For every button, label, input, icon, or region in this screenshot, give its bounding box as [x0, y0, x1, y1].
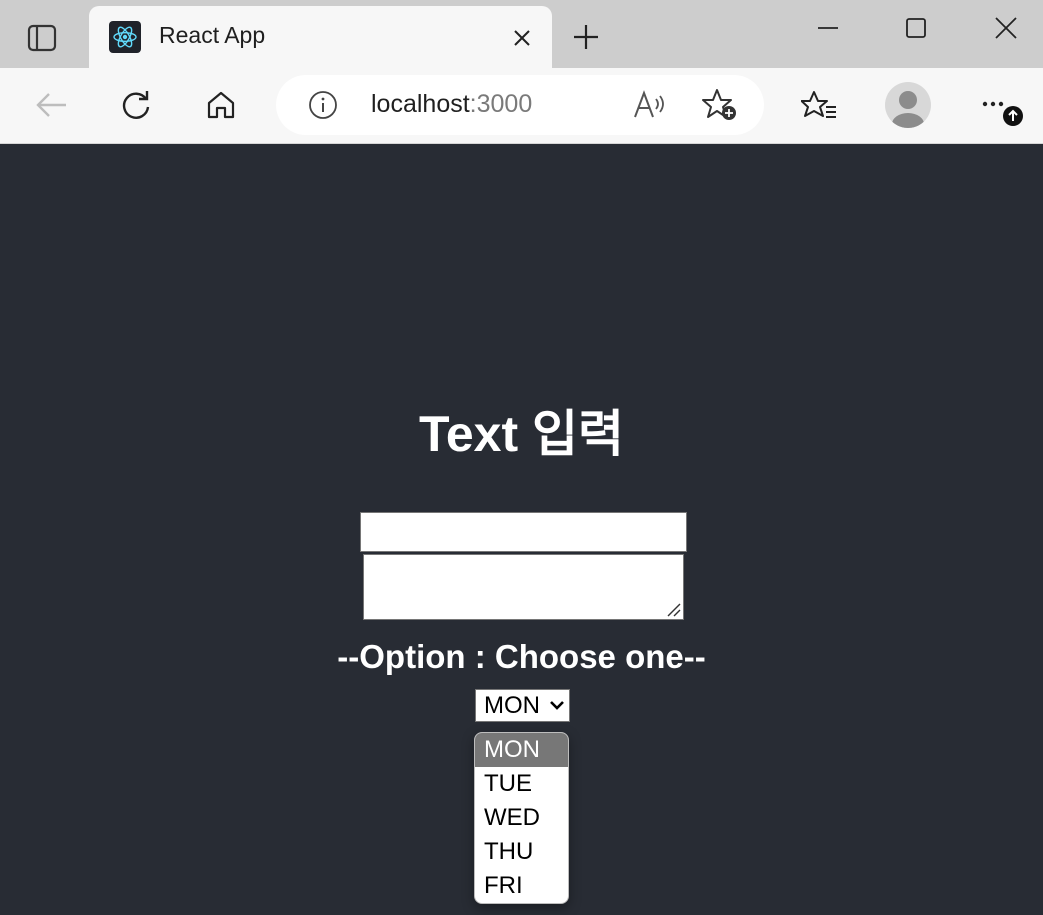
url-host: localhost	[371, 90, 470, 118]
option-label: --Option : Choose one--	[337, 638, 706, 675]
tab-strip: React App	[0, 0, 1043, 68]
url-text[interactable]: localhost:3000	[371, 90, 532, 119]
window-close-icon[interactable]	[982, 8, 1030, 48]
info-icon[interactable]	[308, 90, 338, 120]
react-logo-icon	[109, 21, 141, 53]
page-title: Text 입력	[419, 406, 624, 462]
browser-tab[interactable]: React App	[89, 6, 552, 68]
profile-icon[interactable]	[885, 82, 931, 128]
read-aloud-icon[interactable]	[630, 87, 670, 123]
select-option-wed[interactable]: WED	[475, 801, 568, 835]
close-icon[interactable]	[508, 24, 536, 52]
address-bar[interactable]: localhost:3000	[276, 75, 764, 135]
select-value: MON	[484, 691, 540, 719]
back-arrow-icon[interactable]	[28, 82, 74, 128]
add-favorite-icon[interactable]	[700, 87, 740, 123]
select-dropdown-list: MON TUE WED THU FRI	[474, 732, 569, 904]
day-select[interactable]: MON	[475, 689, 570, 722]
select-option-mon[interactable]: MON	[475, 733, 568, 767]
url-port: :3000	[469, 90, 533, 118]
text-input[interactable]	[360, 512, 687, 552]
tab-actions-icon[interactable]	[18, 16, 66, 60]
chevron-down-icon	[550, 701, 564, 710]
plus-icon[interactable]	[566, 17, 606, 57]
minimize-icon[interactable]	[804, 8, 852, 48]
browser-toolbar: localhost:3000	[0, 68, 1043, 144]
favorites-icon[interactable]	[796, 82, 842, 128]
home-icon[interactable]	[198, 82, 244, 128]
select-option-tue[interactable]: TUE	[475, 767, 568, 801]
select-option-thu[interactable]: THU	[475, 835, 568, 869]
textarea-field[interactable]	[363, 554, 684, 620]
maximize-icon[interactable]	[892, 8, 940, 48]
tab-title: React App	[159, 22, 266, 48]
page-content: Text 입력 --Option : Choose one-- MON MON …	[0, 144, 1043, 915]
select-option-fri[interactable]: FRI	[475, 869, 568, 903]
resize-grip-icon[interactable]	[664, 600, 682, 618]
more-icon[interactable]	[976, 82, 1028, 128]
refresh-icon[interactable]	[113, 82, 159, 128]
